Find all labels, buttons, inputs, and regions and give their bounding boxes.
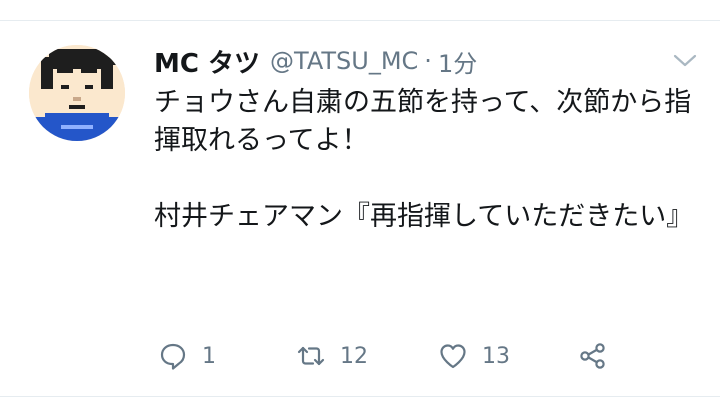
tweet-actions: 1 12 13 bbox=[0, 336, 720, 376]
share-icon bbox=[580, 343, 605, 369]
tweet-text-paragraph-2: 村井チェアマン『再指揮していただきたい』 bbox=[154, 201, 694, 232]
avatar-pixel-art bbox=[29, 45, 125, 141]
like-count: 13 bbox=[482, 343, 510, 369]
tweet-text-paragraph-1: チョウさん自粛の五節を持って、次節から指揮取れるってよ！ bbox=[154, 87, 692, 156]
user-handle[interactable]: @TATSU_MC bbox=[270, 47, 418, 75]
retweet-count: 12 bbox=[340, 343, 368, 369]
reply-icon bbox=[160, 343, 186, 370]
heart-icon bbox=[440, 344, 466, 369]
chevron-down-icon[interactable] bbox=[672, 52, 698, 70]
top-divider bbox=[0, 20, 720, 21]
retweet-icon bbox=[297, 346, 325, 366]
reply-button[interactable]: 1 bbox=[158, 336, 216, 376]
reply-count: 1 bbox=[202, 343, 216, 369]
avatar[interactable] bbox=[29, 45, 125, 141]
timestamp[interactable]: 1分 bbox=[438, 44, 477, 79]
display-name[interactable]: MC タツ bbox=[154, 43, 260, 80]
separator-dot: · bbox=[424, 47, 432, 75]
bottom-divider bbox=[0, 396, 720, 397]
like-button[interactable]: 13 bbox=[438, 336, 510, 376]
retweet-button[interactable]: 12 bbox=[296, 336, 368, 376]
share-button[interactable] bbox=[578, 336, 608, 376]
tweet-header: MC タツ @TATSU_MC · 1分 bbox=[154, 43, 477, 80]
tweet-text: チョウさん自粛の五節を持って、次節から指揮取れるってよ！ 村井チェアマン『再指揮… bbox=[154, 84, 699, 236]
